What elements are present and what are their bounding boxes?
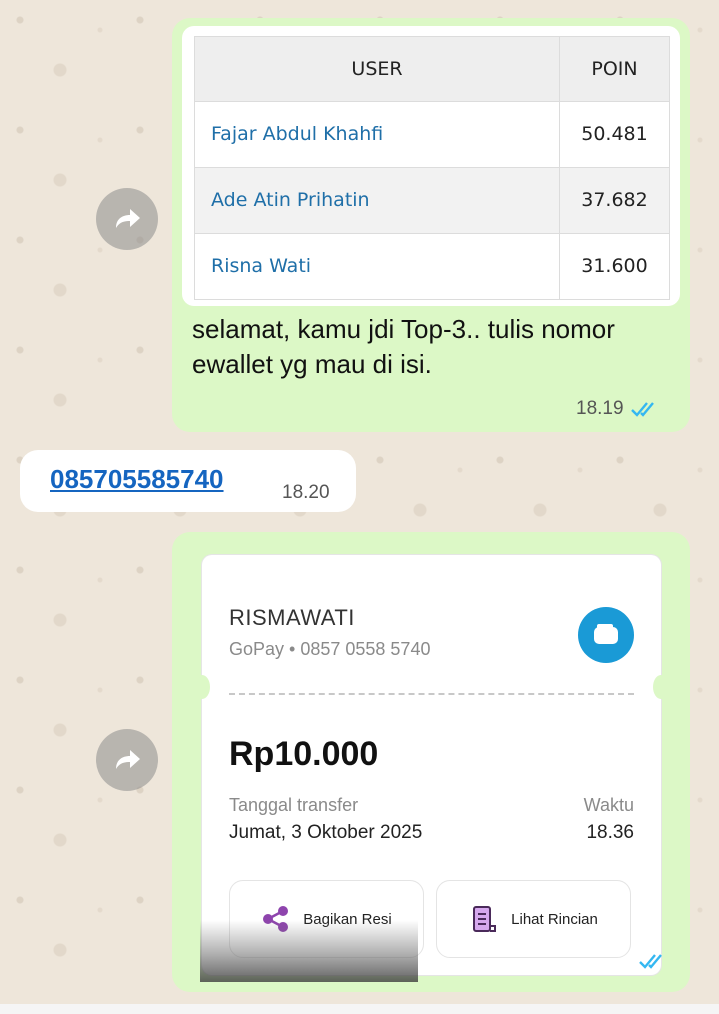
date-value: Jumat, 3 Oktober 2025 xyxy=(229,822,423,843)
forward-icon xyxy=(116,750,140,769)
outgoing-message-leaderboard[interactable]: USER POIN Fajar Abdul Khahfi 50.481 Ade … xyxy=(172,18,690,432)
time-value: 18.36 xyxy=(586,822,634,843)
forward-button[interactable] xyxy=(96,729,158,791)
table-row: Fajar Abdul Khahfi 50.481 xyxy=(194,100,670,168)
message-time: 18.20 xyxy=(282,482,330,503)
transfer-amount: Rp10.000 xyxy=(229,735,379,773)
divider xyxy=(229,693,634,695)
user-points: 50.481 xyxy=(559,100,670,168)
time-label: Waktu xyxy=(583,795,634,815)
read-ticks-icon xyxy=(630,402,654,417)
outgoing-message-receipt[interactable]: RISMAWATI GoPay • 0857 0558 5740 Rp10.00… xyxy=(172,532,690,992)
receipt-notch xyxy=(653,675,669,699)
column-header-points: POIN xyxy=(559,36,670,102)
user-points: 37.682 xyxy=(559,166,670,234)
message-meta xyxy=(638,952,668,970)
wallet-icon xyxy=(578,607,634,663)
user-name: Ade Atin Prihatin xyxy=(194,166,560,234)
leaderboard-table: USER POIN Fajar Abdul Khahfi 50.481 Ade … xyxy=(194,36,670,301)
forward-button[interactable] xyxy=(96,188,158,250)
column-header-user: USER xyxy=(194,36,560,102)
read-ticks-icon xyxy=(639,954,662,969)
receipt-image[interactable]: RISMAWATI GoPay • 0857 0558 5740 Rp10.00… xyxy=(194,555,669,975)
view-details-button[interactable]: Lihat Rincian xyxy=(436,880,631,958)
message-time: 18.19 xyxy=(576,398,624,419)
user-name: Fajar Abdul Khahfi xyxy=(194,100,560,168)
user-name: Risna Wati xyxy=(194,232,560,301)
table-row: Ade Atin Prihatin 37.682 xyxy=(194,166,670,234)
forward-icon xyxy=(116,209,140,228)
incoming-message-phone[interactable]: 085705585740 18.20 xyxy=(20,450,356,512)
message-input-bar[interactable] xyxy=(0,1004,719,1014)
view-details-label: Lihat Rincian xyxy=(511,910,598,928)
user-points: 31.600 xyxy=(559,232,670,301)
leaderboard-image[interactable]: USER POIN Fajar Abdul Khahfi 50.481 Ade … xyxy=(182,26,680,306)
message-text: selamat, kamu jdi Top-3.. tulis nomor ew… xyxy=(192,314,615,379)
receipt-icon xyxy=(473,906,497,932)
receipt-notch xyxy=(194,675,210,699)
phone-number-link[interactable]: 085705585740 xyxy=(50,464,224,495)
blurred-overlay xyxy=(200,920,418,982)
message-meta: 18.19 xyxy=(576,398,660,420)
recipient-name: RISMAWATI xyxy=(229,605,355,630)
table-row: Risna Wati 31.600 xyxy=(194,232,670,301)
date-label: Tanggal transfer xyxy=(229,795,359,815)
payment-method: GoPay • 0857 0558 5740 xyxy=(229,639,431,659)
